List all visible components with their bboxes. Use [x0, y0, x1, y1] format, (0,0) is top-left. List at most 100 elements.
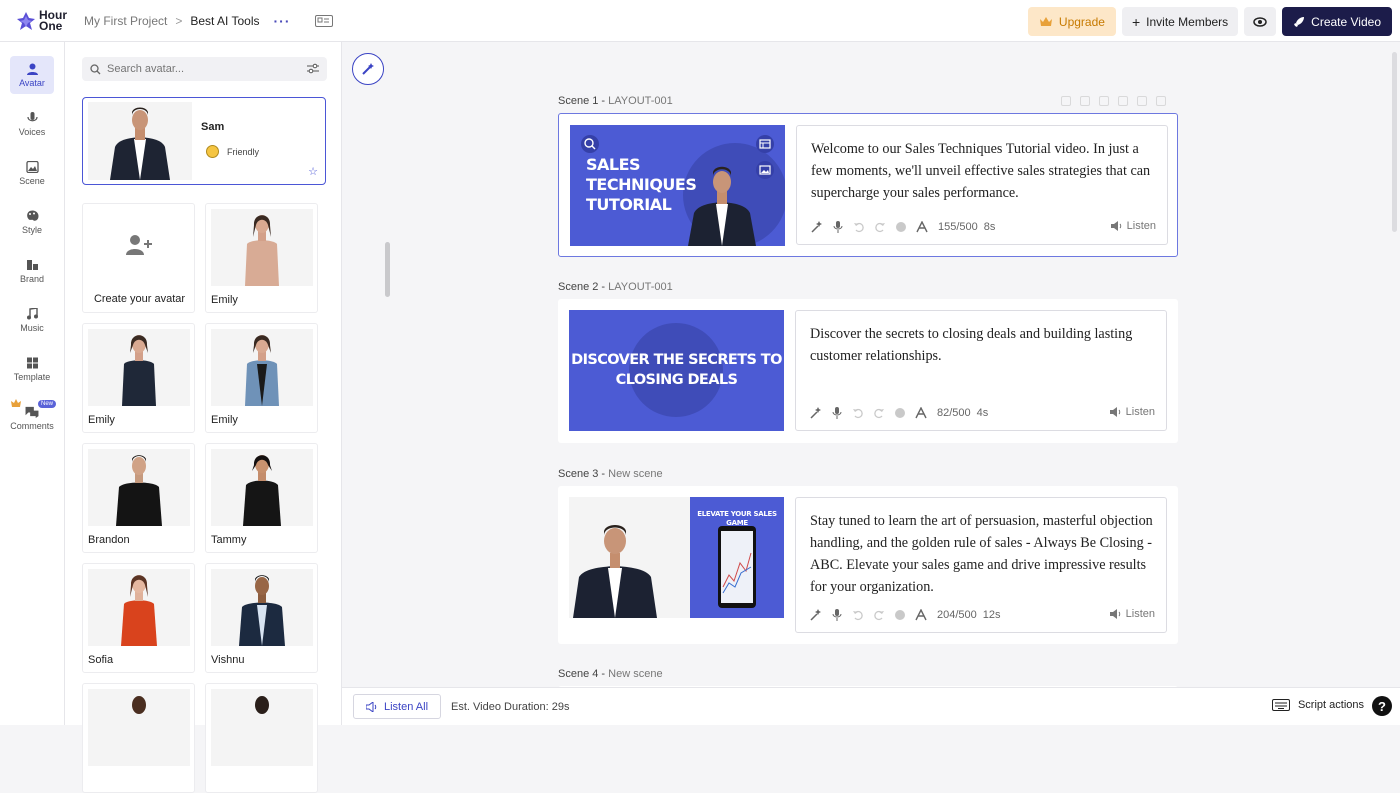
caption-toggle-icon[interactable] — [314, 14, 333, 27]
microphone-icon[interactable] — [831, 407, 843, 419]
scene-slide-preview[interactable]: Sales Techniques Tutorial — [570, 125, 785, 246]
pause-clock-icon[interactable] — [895, 221, 907, 233]
scene-duration: 12s — [982, 609, 1001, 621]
scene-card[interactable]: Sales Techniques Tutorial Welcome to our… — [558, 113, 1178, 257]
script-text[interactable]: Stay tuned to learn the art of persuasio… — [810, 510, 1155, 598]
avatar-card[interactable]: Tammy — [205, 443, 318, 553]
avatar-mood-label: Friendly — [227, 146, 260, 157]
sidebar-item-label: Avatar — [19, 77, 45, 88]
pronunciation-icon[interactable] — [915, 609, 927, 621]
avatar-card[interactable]: Vishnu — [205, 563, 318, 673]
character-count: 204/500 — [937, 609, 977, 621]
preview-button[interactable] — [1244, 7, 1277, 36]
avatar-card[interactable]: Emily — [82, 323, 195, 433]
redo-icon[interactable] — [873, 407, 885, 419]
favorite-star-icon[interactable]: ☆ — [308, 165, 318, 178]
invite-members-button[interactable]: + Invite Members — [1121, 7, 1239, 36]
scene-slide-preview[interactable]: Discover the secrets to closing deals — [569, 310, 784, 431]
scene-slide-preview[interactable]: Elevate your sales game — [569, 497, 784, 618]
copy-icon[interactable] — [1118, 96, 1128, 106]
upgrade-button[interactable]: Upgrade — [1027, 7, 1116, 36]
avatar-card[interactable]: Emily — [205, 323, 318, 433]
listen-all-button[interactable]: Listen All — [353, 694, 442, 719]
magic-wand-icon[interactable] — [810, 407, 822, 419]
microphone-icon[interactable] — [831, 609, 843, 621]
pause-clock-icon[interactable] — [894, 407, 906, 419]
selected-avatar-card[interactable]: Sam Friendly ☆ — [82, 97, 326, 185]
breadcrumb-video[interactable]: Best AI Tools — [190, 14, 259, 28]
delete-icon[interactable] — [1137, 96, 1147, 106]
filter-sliders-icon[interactable] — [307, 63, 319, 75]
more-options-icon[interactable]: ··· — [274, 13, 291, 29]
avatar-card[interactable]: Brandon — [82, 443, 195, 553]
script-text[interactable]: Welcome to our Sales Techniques Tutorial… — [811, 138, 1156, 204]
script-editor[interactable]: Welcome to our Sales Techniques Tutorial… — [796, 125, 1168, 245]
sidebar-item-scene[interactable]: Scene — [10, 154, 54, 192]
avatar-card[interactable]: Emily — [205, 203, 318, 313]
layout-icon[interactable] — [756, 135, 774, 153]
scene-label: Scene 4 - New scene — [558, 668, 663, 680]
listen-button[interactable]: Listen — [1110, 220, 1156, 232]
help-button[interactable]: ? — [1372, 696, 1392, 716]
duplicate-icon[interactable] — [1099, 96, 1109, 106]
avatar-mood[interactable]: Friendly — [206, 145, 259, 158]
sidebar-item-avatar[interactable]: Avatar — [10, 56, 54, 94]
sidebar-item-style[interactable]: Style — [10, 203, 54, 241]
script-actions-button[interactable]: Script actions — [1271, 699, 1364, 711]
avatar-card[interactable] — [82, 683, 195, 793]
pronunciation-icon[interactable] — [915, 407, 927, 419]
editor-scrollbar[interactable] — [1392, 52, 1397, 232]
palette-icon — [26, 210, 38, 221]
move-icon[interactable] — [1080, 96, 1090, 106]
selected-avatar-name: Sam — [201, 121, 225, 133]
zoom-icon[interactable] — [581, 135, 599, 153]
person-icon — [26, 63, 38, 75]
scene-layout-name[interactable]: New scene — [608, 468, 662, 480]
create-avatar-card[interactable]: Create your avatar — [82, 203, 195, 313]
undo-icon[interactable] — [853, 221, 865, 233]
magic-wand-icon[interactable] — [810, 609, 822, 621]
pronunciation-icon[interactable] — [916, 221, 928, 233]
script-editor[interactable]: Stay tuned to learn the art of persuasio… — [795, 497, 1167, 633]
collapse-icon[interactable] — [1061, 96, 1071, 106]
sidebar-item-template[interactable]: Template — [10, 350, 54, 388]
scene-card[interactable]: Elevate your sales game Stay tuned to le… — [558, 486, 1178, 644]
avatar-thumbnail — [211, 209, 313, 286]
scene-layout-name[interactable]: New scene — [608, 668, 662, 680]
avatar-search-input[interactable] — [107, 63, 287, 75]
undo-icon[interactable] — [852, 609, 864, 621]
magic-wand-button[interactable] — [352, 53, 384, 85]
redo-icon[interactable] — [874, 221, 886, 233]
avatar-card[interactable]: Sofia — [82, 563, 195, 673]
sidebar-item-voices[interactable]: Voices — [10, 105, 54, 143]
image-icon[interactable] — [756, 161, 774, 179]
notes-icon[interactable] — [1156, 96, 1166, 106]
sidebar-item-music[interactable]: Music — [10, 301, 54, 339]
microphone-icon[interactable] — [832, 221, 844, 233]
scene-layout-name[interactable]: LAYOUT-001 — [608, 281, 673, 293]
sidebar-item-comments[interactable]: New Comments — [10, 399, 56, 437]
sidebar-item-label: Template — [13, 371, 51, 382]
magic-wand-icon[interactable] — [811, 221, 823, 233]
sidebar-item-brand[interactable]: Brand — [10, 252, 54, 290]
create-video-button[interactable]: Create Video — [1282, 7, 1392, 36]
undo-icon[interactable] — [852, 407, 864, 419]
avatar-name: Sofia — [88, 654, 114, 666]
listen-button[interactable]: Listen — [1109, 608, 1155, 620]
scene-layout-name[interactable]: LAYOUT-001 — [608, 95, 673, 107]
speaker-icon — [366, 701, 377, 712]
rocket-icon — [1294, 16, 1305, 27]
avatar-name: Tammy — [211, 534, 247, 546]
scene-card[interactable]: Discover the secrets to closing deals Di… — [558, 299, 1178, 443]
pause-clock-icon[interactable] — [894, 609, 906, 621]
breadcrumb-project[interactable]: My First Project — [84, 14, 167, 28]
scene-number: Scene 1 - — [558, 95, 606, 107]
hour-one-logo[interactable]: Hour One — [16, 9, 76, 32]
avatar-search-box[interactable] — [82, 57, 327, 81]
script-text[interactable]: Discover the secrets to closing deals an… — [810, 323, 1155, 367]
listen-button[interactable]: Listen — [1109, 406, 1155, 418]
script-editor[interactable]: Discover the secrets to closing deals an… — [795, 310, 1167, 431]
avatar-card[interactable] — [205, 683, 318, 793]
template-grid-icon — [26, 357, 38, 368]
redo-icon[interactable] — [873, 609, 885, 621]
